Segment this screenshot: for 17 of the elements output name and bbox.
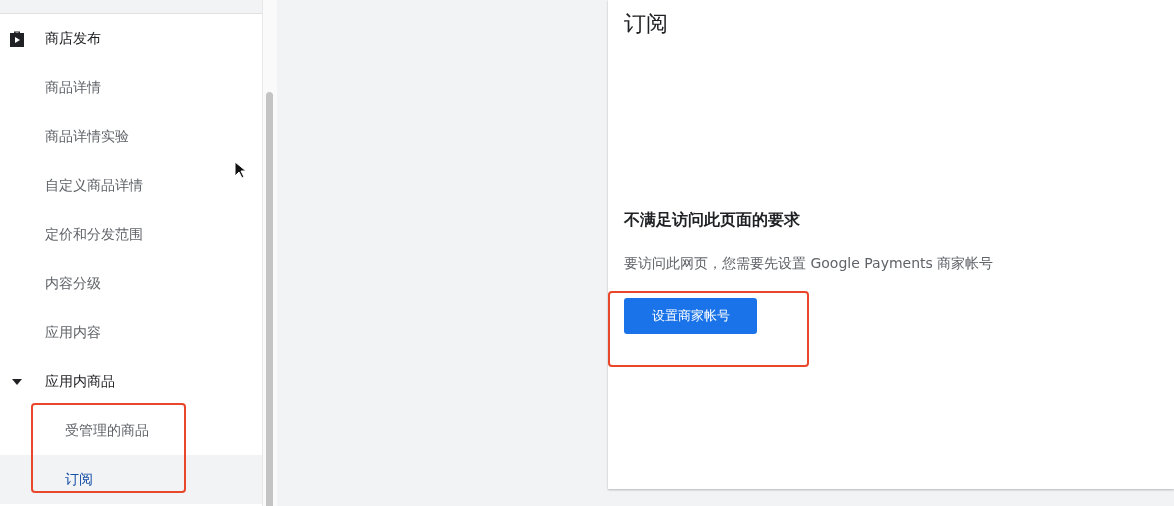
nav-item[interactable]: 内容分级: [0, 259, 262, 308]
scrollbar-thumb[interactable]: [266, 92, 273, 506]
nav-item[interactable]: 商品详情: [0, 63, 262, 112]
setup-merchant-button[interactable]: 设置商家帐号: [624, 298, 757, 334]
error-heading: 不满足访问此页面的要求: [624, 209, 801, 231]
nav-item[interactable]: 订阅: [0, 455, 262, 504]
nav-section[interactable]: 商店发布: [0, 14, 262, 63]
caret-icon: [12, 378, 22, 385]
nav-item[interactable]: 应用内容: [0, 308, 262, 357]
error-message: 要访问此网页，您需要先设置 Google Payments 商家帐号: [624, 254, 995, 273]
nav-item[interactable]: 商品详情实验: [0, 112, 262, 161]
cursor-icon: [234, 161, 246, 179]
nav-item[interactable]: 定价和分发范围: [0, 210, 262, 259]
nav-item[interactable]: 自定义商品详情: [0, 161, 262, 210]
page-title: 订阅: [624, 10, 669, 38]
nav-group[interactable]: 应用内商品: [0, 357, 262, 406]
nav-item[interactable]: 受管理的商品: [0, 406, 262, 455]
